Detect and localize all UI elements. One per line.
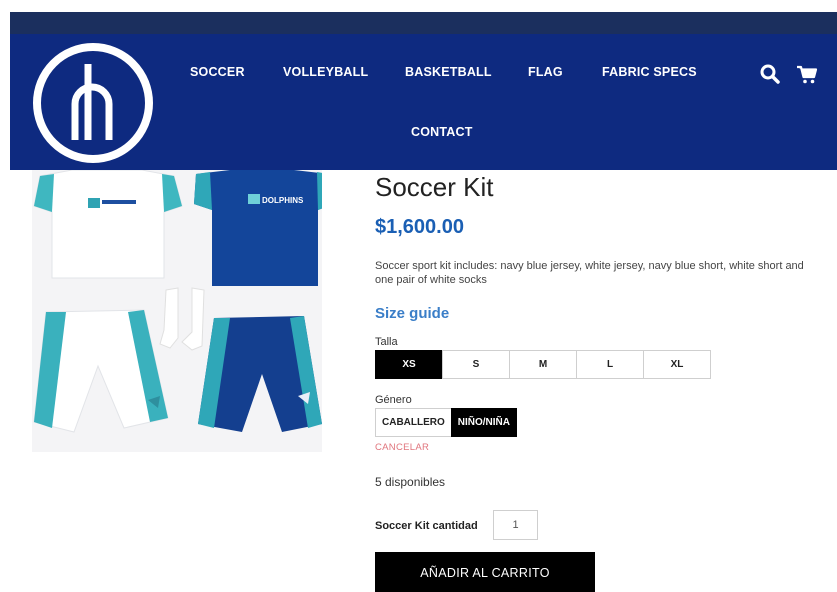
product-title: Soccer Kit bbox=[375, 172, 494, 202]
quantity-input[interactable] bbox=[493, 510, 538, 540]
quantity-label: Soccer Kit cantidad bbox=[375, 520, 478, 532]
product-price: $1,600.00 bbox=[375, 216, 464, 238]
product-description: Soccer sport kit includes: navy blue jer… bbox=[375, 260, 804, 286]
image-logo-text: DOLPHINS bbox=[262, 196, 304, 205]
size-option-m[interactable]: M bbox=[509, 350, 577, 379]
nav-flag[interactable]: FLAG bbox=[528, 65, 563, 79]
genero-options: CABALLERO NIÑO/NIÑA bbox=[375, 408, 518, 437]
cart-icon[interactable] bbox=[796, 63, 818, 85]
site-logo[interactable] bbox=[32, 42, 154, 164]
cancel-selection-link[interactable]: CANCELAR bbox=[375, 442, 429, 453]
size-option-l[interactable]: L bbox=[576, 350, 644, 379]
size-guide-link[interactable]: Size guide bbox=[375, 305, 449, 322]
talla-options: XS S M L XL bbox=[375, 350, 711, 379]
size-option-s[interactable]: S bbox=[442, 350, 510, 379]
nav-soccer[interactable]: SOCCER bbox=[190, 65, 245, 79]
nav-basketball[interactable]: BASKETBALL bbox=[405, 65, 492, 79]
nav-contact[interactable]: CONTACT bbox=[411, 125, 473, 139]
search-icon[interactable] bbox=[759, 63, 781, 85]
size-option-xs[interactable]: XS bbox=[375, 350, 443, 379]
top-strip bbox=[10, 12, 837, 34]
talla-label: Talla bbox=[375, 336, 398, 348]
gender-option-caballero[interactable]: CABALLERO bbox=[375, 408, 452, 437]
genero-label: Género bbox=[375, 394, 412, 406]
nav-volleyball[interactable]: VOLLEYBALL bbox=[283, 65, 368, 79]
size-option-xl[interactable]: XL bbox=[643, 350, 711, 379]
product-image[interactable]: DOLPHINS bbox=[32, 170, 322, 452]
site-header: SOCCER VOLLEYBALL BASKETBALL FLAG FABRIC… bbox=[10, 34, 837, 170]
gender-option-nino-nina[interactable]: NIÑO/NIÑA bbox=[450, 408, 518, 437]
stock-status: 5 disponibles bbox=[375, 475, 446, 489]
nav-fabric-specs[interactable]: FABRIC SPECS bbox=[602, 65, 697, 79]
add-to-cart-button[interactable]: AÑADIR AL CARRITO bbox=[375, 552, 595, 592]
